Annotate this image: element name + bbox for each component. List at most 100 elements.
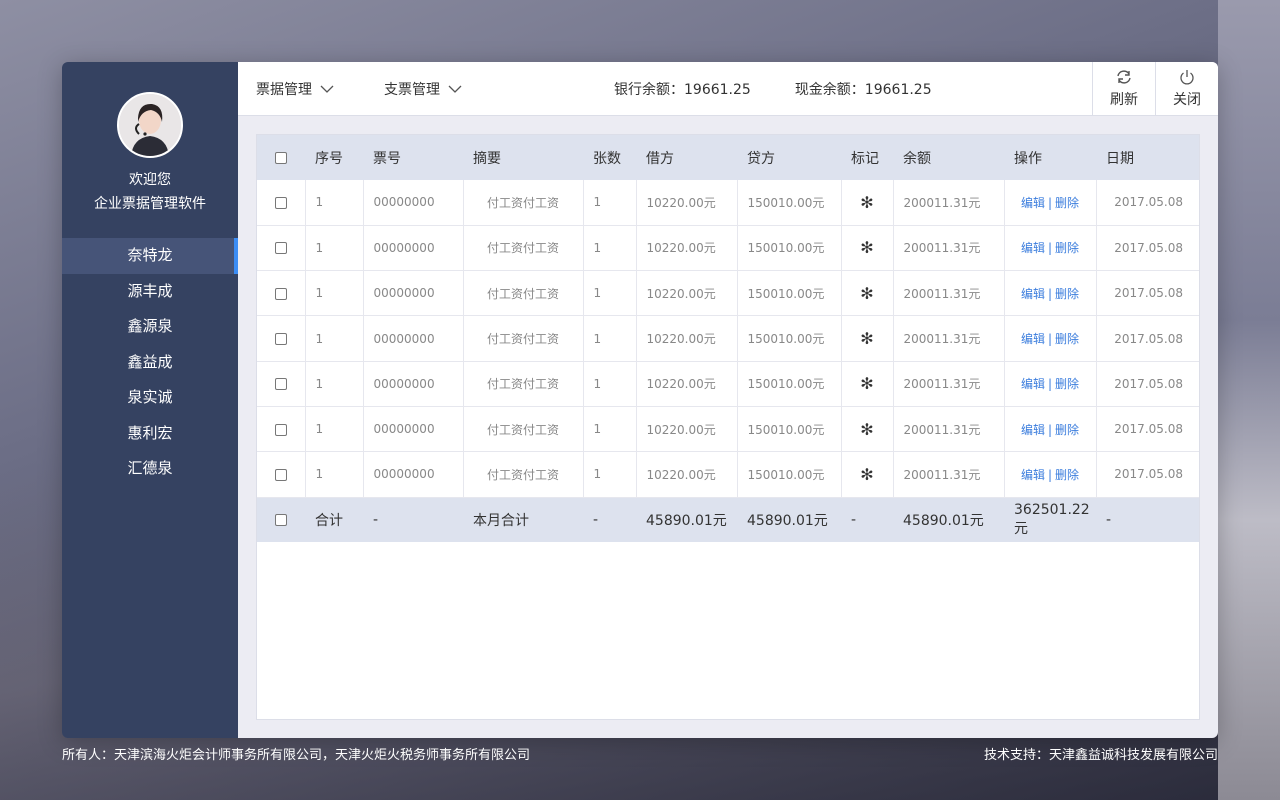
row-checkbox[interactable]: [274, 196, 287, 209]
column-header: 张数: [583, 135, 636, 180]
sidebar-item-huidequan[interactable]: 汇德泉: [62, 451, 238, 487]
cell-date: 2017.05.08: [1096, 451, 1199, 498]
sidebar-item-yuanfengcheng[interactable]: 源丰成: [62, 274, 238, 310]
total-row: 合计 - 本月合计 - 45890.01元 45890.01元 - 45890.…: [257, 497, 1199, 543]
cell-balance: 200011.31元: [893, 406, 1005, 453]
cell-credit: 150010.00元: [737, 361, 842, 407]
bank-balance: 银行余额：19661.25: [614, 82, 751, 98]
row-checkbox[interactable]: [274, 287, 287, 300]
support-text: 技术支持：天津鑫益诚科技发展有限公司: [983, 748, 1218, 763]
cell-credit: 150010.00元: [737, 225, 842, 272]
row-checkbox[interactable]: [274, 378, 287, 391]
total-mark: -: [841, 497, 893, 543]
edit-link[interactable]: 编辑: [1021, 196, 1045, 210]
edit-link[interactable]: 编辑: [1021, 332, 1045, 346]
ops-separator: |: [1047, 286, 1053, 301]
chevron-down-icon: [320, 85, 334, 93]
edit-link[interactable]: 编辑: [1021, 287, 1045, 301]
cell-seq: 1: [305, 361, 364, 407]
cell-debit: 10220.00元: [636, 451, 738, 498]
cell-debit: 10220.00元: [636, 270, 738, 317]
row-checkbox[interactable]: [275, 513, 287, 526]
cell-seq: 1: [305, 451, 364, 498]
row-checkbox[interactable]: [274, 423, 287, 436]
power-icon: [1180, 70, 1194, 85]
cell-ops: 编辑 | 删除: [1004, 451, 1097, 498]
edit-link[interactable]: 编辑: [1021, 377, 1045, 391]
delete-link[interactable]: 删除: [1055, 287, 1079, 301]
bill-table: 序号 票号 摘要 张数 借方 贷方 标记 余额 操作 日期 1 00000000 付: [257, 135, 1199, 543]
total-count: -: [583, 497, 636, 543]
sidebar-item-xinyicheng[interactable]: 鑫益成: [62, 345, 238, 381]
cell-balance: 200011.31元: [893, 451, 1005, 498]
cell-bill-no: 00000000: [363, 180, 464, 226]
row-checkbox-cell: [257, 315, 306, 362]
toolbar-buttons: 刷新 关闭: [1092, 62, 1218, 116]
delete-link[interactable]: 删除: [1055, 332, 1079, 346]
select-all-checkbox[interactable]: [275, 151, 287, 164]
cell-count: 1: [583, 451, 637, 498]
column-header: 标记: [841, 135, 893, 180]
column-header: 票号: [363, 135, 463, 180]
chevron-down-icon: [448, 85, 462, 93]
company-nav: 奈特龙 源丰成 鑫源泉 鑫益成 泉实诚 惠利宏 汇德泉: [62, 238, 238, 487]
cell-summary: 付工资付工资: [463, 225, 584, 272]
background-wall: [1218, 0, 1280, 800]
cell-summary: 付工资付工资: [463, 361, 584, 407]
cell-bill-no: 00000000: [363, 406, 464, 453]
mark-icon: ✻: [841, 225, 894, 272]
edit-link[interactable]: 编辑: [1021, 241, 1045, 255]
row-checkbox-cell: [257, 497, 305, 543]
close-button[interactable]: 关闭: [1155, 62, 1218, 116]
cell-count: 1: [583, 180, 637, 226]
cash-balance: 现金余额：19661.25: [794, 82, 932, 98]
close-label: 关闭: [1173, 92, 1201, 108]
cell-summary: 付工资付工资: [463, 451, 584, 498]
cell-count: 1: [583, 225, 637, 272]
cheque-management-menu[interactable]: 支票管理: [384, 79, 462, 99]
sidebar: 欢迎您 企业票据管理软件 奈特龙 源丰成 鑫源泉 鑫益成 泉实诚 惠利宏 汇德泉: [62, 62, 238, 738]
refresh-button[interactable]: 刷新: [1092, 62, 1155, 116]
table-row: 1 00000000 付工资付工资 1 10220.00元 150010.00元 ✻ 2000…: [257, 361, 1199, 407]
delete-link[interactable]: 删除: [1055, 241, 1079, 255]
column-header: 摘要: [463, 135, 583, 180]
delete-link[interactable]: 删除: [1055, 377, 1079, 391]
cell-balance: 200011.31元: [893, 225, 1005, 272]
cell-debit: 10220.00元: [636, 361, 738, 407]
sidebar-item-quanshicheng[interactable]: 泉实诚: [62, 380, 238, 416]
cell-date: 2017.05.08: [1096, 406, 1199, 453]
row-checkbox[interactable]: [274, 333, 287, 346]
cell-balance: 200011.31元: [893, 180, 1005, 226]
app-window: 欢迎您 企业票据管理软件 奈特龙 源丰成 鑫源泉 鑫益成 泉实诚 惠利宏 汇德泉…: [62, 62, 1218, 738]
cell-bill-no: 00000000: [363, 225, 464, 272]
row-checkbox[interactable]: [274, 468, 287, 481]
row-checkbox[interactable]: [274, 242, 287, 255]
table-row: 1 00000000 付工资付工资 1 10220.00元 150010.00元 ✻ 2000…: [257, 270, 1199, 317]
column-header: 序号: [305, 135, 363, 180]
sidebar-item-xinyuanquan[interactable]: 鑫源泉: [62, 309, 238, 345]
delete-link[interactable]: 删除: [1055, 468, 1079, 482]
sidebar-item-naitelong[interactable]: 奈特龙: [62, 238, 238, 274]
delete-link[interactable]: 删除: [1055, 423, 1079, 437]
row-checkbox-cell: [257, 361, 306, 407]
edit-link[interactable]: 编辑: [1021, 468, 1045, 482]
owner-text: 所有人：天津滨海火炬会计师事务所有限公司，天津火炬火税务师事务所有限公司: [62, 748, 531, 763]
column-header: 操作: [1004, 135, 1096, 180]
cell-date: 2017.05.08: [1096, 270, 1199, 317]
cell-count: 1: [583, 270, 637, 317]
sidebar-item-huilihong[interactable]: 惠利宏: [62, 416, 238, 452]
ops-separator: |: [1047, 241, 1053, 256]
cell-bill-no: 00000000: [363, 315, 464, 362]
cell-seq: 1: [305, 225, 364, 272]
bill-table-panel: 序号 票号 摘要 张数 借方 贷方 标记 余额 操作 日期 1 00000000 付: [256, 134, 1200, 720]
bill-management-menu[interactable]: 票据管理: [256, 79, 334, 99]
delete-link[interactable]: 删除: [1055, 196, 1079, 210]
select-all-cell: [257, 135, 305, 180]
cell-ops: 编辑 | 删除: [1004, 270, 1097, 317]
total-balance: 45890.01元: [893, 497, 1004, 543]
cell-date: 2017.05.08: [1096, 315, 1199, 362]
cell-summary: 付工资付工资: [463, 270, 584, 317]
edit-link[interactable]: 编辑: [1021, 423, 1045, 437]
menu-label: 支票管理: [384, 81, 440, 98]
topbar: 票据管理 支票管理 银行余额：19661.25 现金余额：19661.25 刷新…: [238, 62, 1218, 116]
